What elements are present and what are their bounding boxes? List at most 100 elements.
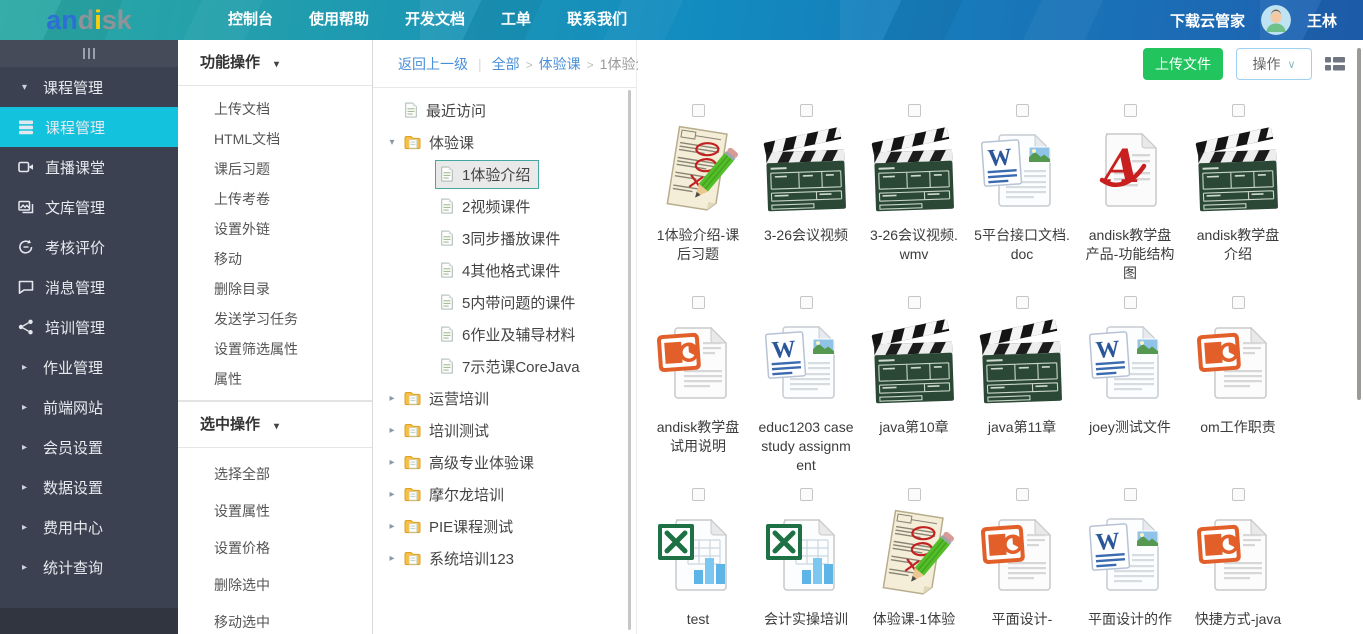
file-item[interactable]: 3-26会议视频	[752, 104, 860, 296]
tree-node-运营培训[interactable]: ▸运营培训	[373, 382, 636, 414]
andisk-logo[interactable]: andisk	[0, 0, 178, 40]
sidebar-group-会员设置[interactable]: ▸会员设置	[0, 427, 178, 467]
file-item[interactable]: Wjoey测试文件	[1076, 296, 1184, 488]
ops-item[interactable]: 设置价格	[178, 530, 372, 567]
ops-item[interactable]: 设置属性	[178, 493, 372, 530]
file-checkbox[interactable]	[908, 104, 921, 117]
tree-node-4其他格式课件[interactable]: 4其他格式课件	[373, 254, 636, 286]
ops-item[interactable]: 设置外链	[178, 214, 372, 244]
tree-node-培训测试[interactable]: ▸培训测试	[373, 414, 636, 446]
user-avatar[interactable]	[1261, 5, 1291, 35]
file-checkbox[interactable]	[908, 488, 921, 501]
navbar-item[interactable]: 使用帮助	[309, 0, 369, 40]
tree-node-PIE课程测试[interactable]: ▸PIE课程测试	[373, 510, 636, 542]
username[interactable]: 王林	[1307, 10, 1337, 31]
tree-node-体验课[interactable]: ▾体验课	[373, 126, 636, 158]
tree-node-高级专业体验课[interactable]: ▸高级专业体验课	[373, 446, 636, 478]
sidebar-item-文库管理[interactable]: 文库管理	[0, 187, 178, 227]
breadcrumb-link[interactable]: 全部	[492, 56, 520, 72]
file-checkbox[interactable]	[1016, 488, 1029, 501]
main-scrollbar[interactable]	[1357, 48, 1361, 400]
ops-item[interactable]: 属性	[178, 364, 372, 394]
file-item[interactable]: andisk教学盘介绍	[1184, 104, 1292, 296]
navbar-item[interactable]: 联系我们	[567, 0, 627, 40]
file-checkbox[interactable]	[1016, 104, 1029, 117]
file-checkbox[interactable]	[1232, 104, 1245, 117]
file-item[interactable]: andisk教学盘试用说明	[644, 296, 752, 488]
sidebar-item-培训管理[interactable]: 培训管理	[0, 307, 178, 347]
ops-item[interactable]: 删除选中	[178, 567, 372, 604]
ops-item[interactable]: 删除目录	[178, 274, 372, 304]
file-item[interactable]: 会计实操培训	[752, 488, 860, 634]
triangle-right-icon[interactable]: ▸	[385, 393, 399, 404]
ops-section-header[interactable]: 功能操作▾	[178, 40, 372, 86]
file-checkbox[interactable]	[1124, 488, 1137, 501]
tree-node-5内带问题的课件[interactable]: 5内带问题的课件	[373, 286, 636, 318]
tree-scrollbar[interactable]	[628, 90, 631, 630]
list-view-icon[interactable]	[1325, 56, 1345, 72]
triangle-right-icon[interactable]: ▸	[385, 553, 399, 564]
ops-item[interactable]: 上传文档	[178, 94, 372, 124]
file-checkbox[interactable]	[1016, 296, 1029, 309]
ops-item[interactable]: 选择全部	[178, 456, 372, 493]
ops-section-header[interactable]: 选中操作▾	[178, 402, 372, 448]
triangle-right-icon[interactable]: ▸	[385, 521, 399, 532]
file-checkbox[interactable]	[1124, 296, 1137, 309]
file-checkbox[interactable]	[692, 488, 705, 501]
file-item[interactable]: W平面设计的作	[1076, 488, 1184, 634]
file-checkbox[interactable]	[1232, 488, 1245, 501]
file-item[interactable]: java第11章	[968, 296, 1076, 488]
file-checkbox[interactable]	[800, 296, 813, 309]
action-dropdown-button[interactable]: 操作 ∨	[1236, 48, 1312, 80]
ops-item[interactable]: 移动选中	[178, 604, 372, 634]
ops-item[interactable]: 移动	[178, 244, 372, 274]
sidebar-group-课程管理[interactable]: ▾课程管理	[0, 67, 178, 107]
tree-node-2视频课件[interactable]: 2视频课件	[373, 190, 636, 222]
sidebar-item-考核评价[interactable]: 考核评价	[0, 227, 178, 267]
triangle-down-icon[interactable]: ▾	[385, 137, 399, 148]
tree-node-7示范课CoreJava[interactable]: 7示范课CoreJava	[373, 350, 636, 382]
ops-item[interactable]: 课后习题	[178, 154, 372, 184]
tree-node-6作业及辅导材料[interactable]: 6作业及辅导材料	[373, 318, 636, 350]
sidebar-collapse-icon[interactable]	[83, 48, 95, 59]
file-item[interactable]: 1体验介绍-课后习题	[644, 104, 752, 296]
sidebar-group-前端网站[interactable]: ▸前端网站	[0, 387, 178, 427]
sidebar-group-数据设置[interactable]: ▸数据设置	[0, 467, 178, 507]
sidebar-item-消息管理[interactable]: 消息管理	[0, 267, 178, 307]
sidebar-group-费用中心[interactable]: ▸费用中心	[0, 507, 178, 547]
file-item[interactable]: Weduc1203 case study assignment	[752, 296, 860, 488]
tree-node-摩尔龙培训[interactable]: ▸摩尔龙培训	[373, 478, 636, 510]
file-item[interactable]: 快捷方式-java	[1184, 488, 1292, 634]
file-item[interactable]: Aandisk教学盘产品-功能结构图	[1076, 104, 1184, 296]
file-item[interactable]: 3-26会议视频.wmv	[860, 104, 968, 296]
file-checkbox[interactable]	[800, 104, 813, 117]
file-checkbox[interactable]	[908, 296, 921, 309]
file-item[interactable]: om工作职责	[1184, 296, 1292, 488]
upload-file-button[interactable]: 上传文件	[1143, 48, 1223, 80]
file-item[interactable]: test	[644, 488, 752, 634]
sidebar-item-直播课堂[interactable]: 直播课堂	[0, 147, 178, 187]
navbar-item[interactable]: 控制台	[228, 0, 273, 40]
triangle-right-icon[interactable]: ▸	[385, 489, 399, 500]
tree-node-最近访问[interactable]: ▸最近访问	[373, 94, 636, 126]
ops-item[interactable]: 上传考卷	[178, 184, 372, 214]
navbar-item[interactable]: 开发文档	[405, 0, 465, 40]
download-cloud-manager-link[interactable]: 下载云管家	[1170, 10, 1245, 31]
ops-item[interactable]: HTML文档	[178, 124, 372, 154]
triangle-right-icon[interactable]: ▸	[385, 425, 399, 436]
tree-node-1体验介绍[interactable]: 1体验介绍	[373, 158, 636, 190]
file-item[interactable]: 体验课-1体验	[860, 488, 968, 634]
file-checkbox[interactable]	[1232, 296, 1245, 309]
file-item[interactable]: 平面设计-	[968, 488, 1076, 634]
file-item[interactable]: W5平台接口文档.doc	[968, 104, 1076, 296]
breadcrumb-link[interactable]: 体验课	[539, 56, 581, 72]
ops-item[interactable]: 发送学习任务	[178, 304, 372, 334]
file-checkbox[interactable]	[692, 104, 705, 117]
ops-item[interactable]: 设置筛选属性	[178, 334, 372, 364]
file-item[interactable]: java第10章	[860, 296, 968, 488]
tree-node-3同步播放课件[interactable]: 3同步播放课件	[373, 222, 636, 254]
file-checkbox[interactable]	[800, 488, 813, 501]
triangle-right-icon[interactable]: ▸	[385, 457, 399, 468]
sidebar-item-课程管理[interactable]: 课程管理	[0, 107, 178, 147]
file-checkbox[interactable]	[692, 296, 705, 309]
